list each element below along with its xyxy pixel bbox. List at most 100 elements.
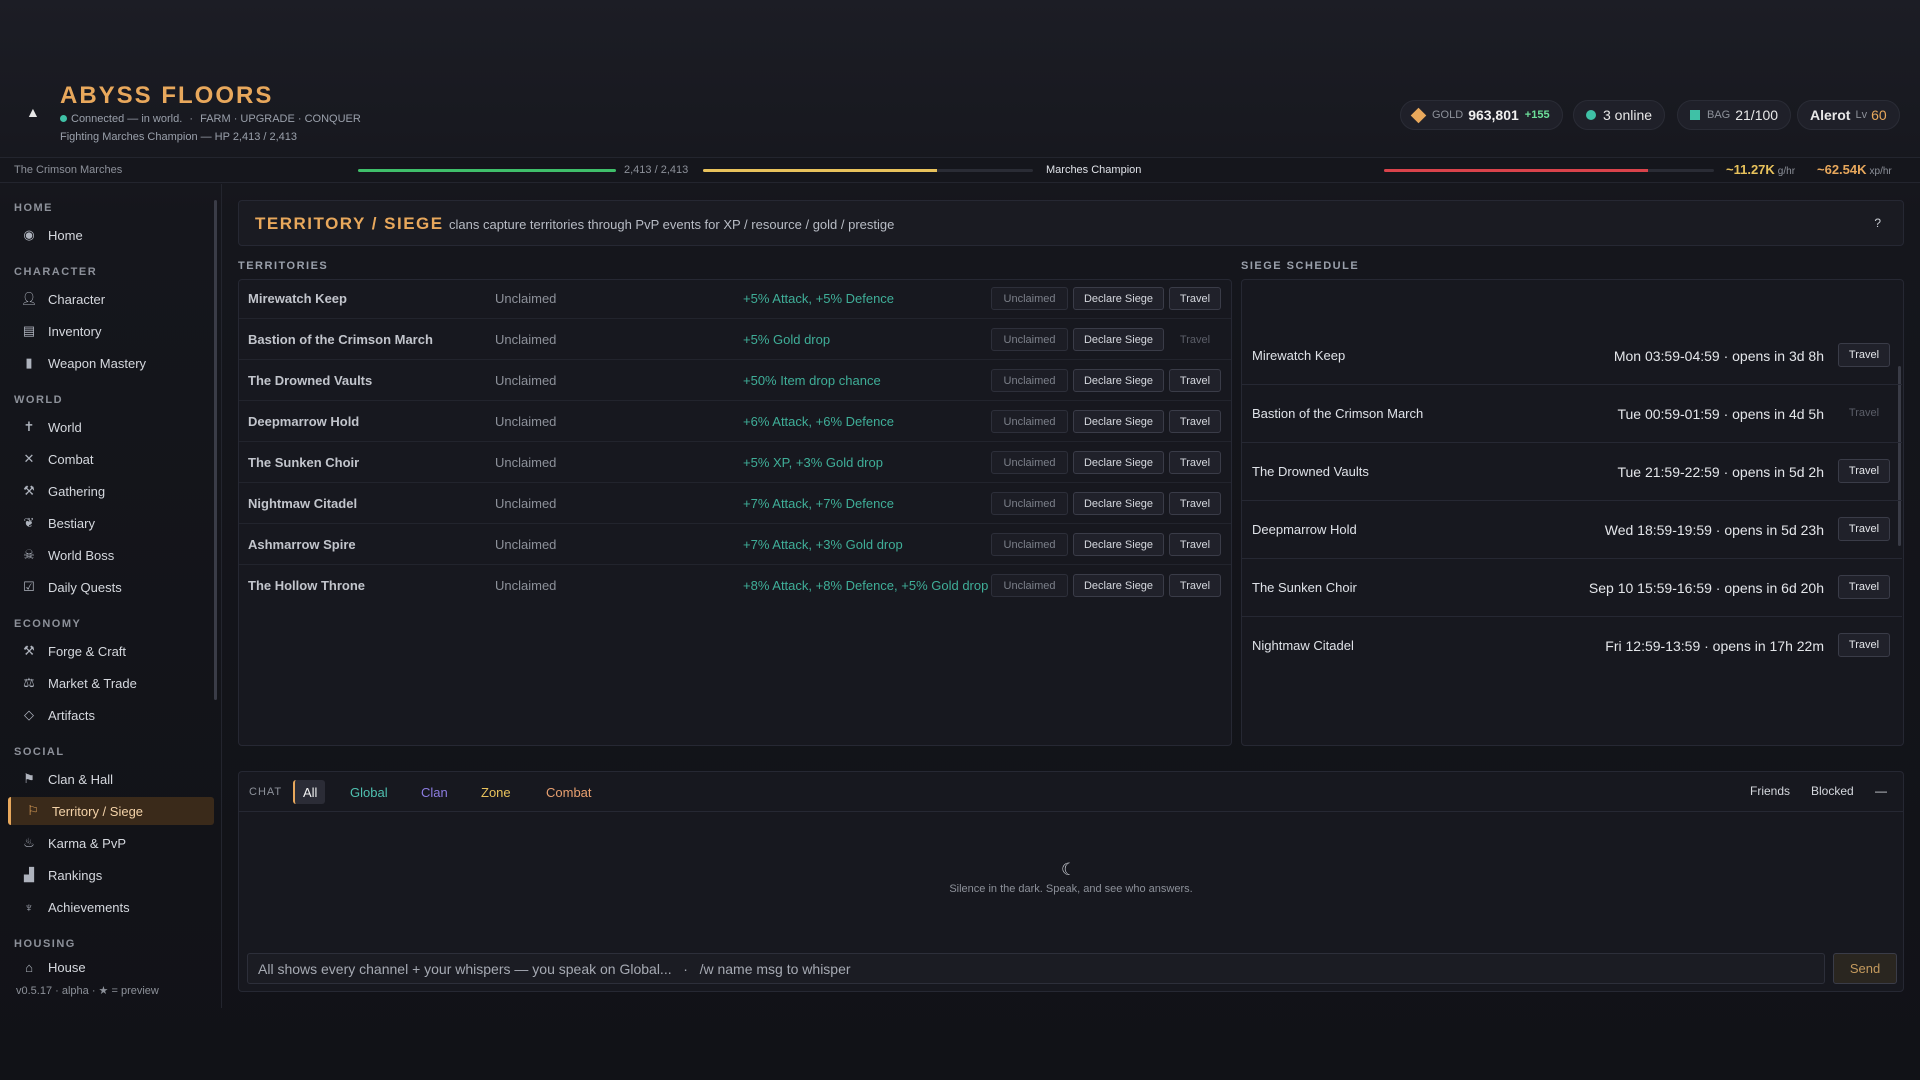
sidebar-item-label: Weapon Mastery xyxy=(48,355,147,371)
online-pill[interactable]: 3 online xyxy=(1573,100,1666,130)
travel-button[interactable]: Travel xyxy=(1169,492,1221,515)
banner-icon: ⚑ xyxy=(23,771,35,786)
travel-button[interactable]: Travel xyxy=(1838,575,1890,599)
flame-icon: ♨ xyxy=(23,835,35,850)
player-pill[interactable]: Alerot Lv 60 xyxy=(1797,100,1900,130)
territory-bonus: +7% Attack, +7% Defence xyxy=(743,496,895,511)
collapse-icon[interactable]: ▲ xyxy=(26,104,40,120)
sidebar-item-achievements[interactable]: ♆ Achievements xyxy=(8,893,214,921)
bag-pill[interactable]: BAG 21/100 xyxy=(1677,100,1792,130)
travel-button[interactable]: Travel xyxy=(1169,533,1221,556)
blocked-button[interactable]: Blocked xyxy=(1811,784,1854,798)
travel-button[interactable]: Travel xyxy=(1838,633,1890,657)
schedule-territory: The Sunken Choir xyxy=(1252,580,1357,595)
list-item: Deepmarrow Hold Wed 18:59-19:59 · opens … xyxy=(1242,501,1902,559)
progress-strip: The Crimson Marches 2,413 / 2,413 Marche… xyxy=(0,157,1920,183)
player-hp-bar xyxy=(358,169,616,172)
declare-siege-button[interactable]: Declare Siege xyxy=(1073,287,1164,310)
travel-button[interactable]: Travel xyxy=(1169,369,1221,392)
sidebar-scrollbar[interactable] xyxy=(214,200,217,700)
online-count: 3 online xyxy=(1603,107,1653,123)
status-badge: Unclaimed xyxy=(991,328,1068,351)
territory-bonus: +50% Item drop chance xyxy=(743,373,881,388)
declare-siege-button[interactable]: Declare Siege xyxy=(1073,574,1164,597)
travel-button[interactable]: Travel xyxy=(1169,451,1221,474)
connection-dot-icon xyxy=(60,115,67,122)
sidebar-item-bestiary[interactable]: ❦ Bestiary xyxy=(8,509,214,537)
gold-rate-unit: g/hr xyxy=(1777,166,1796,177)
territory-owner: Unclaimed xyxy=(495,455,557,470)
section-world: WORLD xyxy=(14,394,64,406)
travel-button[interactable]: Travel xyxy=(1838,459,1890,483)
version-label: v0.5.17 · alpha · ★ = preview xyxy=(16,985,159,997)
declare-siege-button[interactable]: Declare Siege xyxy=(1073,328,1164,351)
schedule-time: Sep 10 15:59-16:59 · opens in 6d 20h xyxy=(1588,580,1824,596)
sidebar-item-forge[interactable]: ⚒ Forge & Craft xyxy=(8,637,214,665)
territory-owner: Unclaimed xyxy=(495,537,557,552)
declare-siege-button[interactable]: Declare Siege xyxy=(1073,533,1164,556)
sidebar-item-market[interactable]: ⚖ Market & Trade xyxy=(8,669,214,697)
territory-owner: Unclaimed xyxy=(495,414,557,429)
declare-siege-button[interactable]: Declare Siege xyxy=(1073,451,1164,474)
schedule-time: Tue 21:59-22:59 · opens in 5d 2h xyxy=(1617,464,1824,480)
status-badge: Unclaimed xyxy=(991,451,1068,474)
table-row: The Sunken Choir Unclaimed +5% XP, +3% G… xyxy=(239,442,1231,483)
sidebar-item-artifacts[interactable]: ◇ Artifacts xyxy=(8,701,214,729)
sidebar-item-label: Forge & Craft xyxy=(48,643,127,659)
help-button[interactable]: ? xyxy=(1874,216,1881,230)
sidebar-item-character[interactable]: 👤︎ Character xyxy=(8,285,214,313)
player-name: Alerot xyxy=(1810,107,1851,123)
flag-icon: ⚐ xyxy=(27,803,39,818)
sidebar-item-house[interactable]: ⌂ House xyxy=(8,957,214,977)
table-row: Mirewatch Keep Unclaimed +5% Attack, +5%… xyxy=(239,280,1231,319)
gold-icon xyxy=(1410,107,1427,123)
sidebar-item-gathering[interactable]: ⚒ Gathering xyxy=(8,477,214,505)
travel-button: Travel xyxy=(1848,407,1880,419)
sidebar-item-world-boss[interactable]: ☠ World Boss xyxy=(8,541,214,569)
tab-all[interactable]: All xyxy=(293,780,326,804)
declare-siege-button[interactable]: Declare Siege xyxy=(1073,369,1164,392)
sidebar-item-daily-quests[interactable]: ☑ Daily Quests xyxy=(8,573,214,601)
sidebar-item-rankings[interactable]: ▟ Rankings xyxy=(8,861,214,889)
travel-button[interactable]: Travel xyxy=(1169,287,1221,310)
connection-text: Connected — in world. xyxy=(71,113,183,125)
travel-button[interactable]: Travel xyxy=(1169,410,1221,433)
sidebar-item-home[interactable]: ◉ Home xyxy=(8,221,214,249)
section-character: CHARACTER xyxy=(14,266,98,278)
tab-zone[interactable]: Zone xyxy=(473,780,519,804)
podium-icon: ▟ xyxy=(24,867,34,882)
tab-clan[interactable]: Clan xyxy=(413,780,456,804)
sidebar-item-clan[interactable]: ⚑ Clan & Hall xyxy=(8,765,214,793)
bag-value: 21/100 xyxy=(1735,107,1779,123)
tab-global[interactable]: Global xyxy=(342,780,396,804)
sidebar-item-world[interactable]: ✝ World xyxy=(8,413,214,441)
travel-button[interactable]: Travel xyxy=(1838,343,1890,367)
territories-label: TERRITORIES xyxy=(238,260,329,272)
level-value: 60 xyxy=(1871,107,1887,123)
friends-button[interactable]: Friends xyxy=(1750,784,1790,798)
online-icon xyxy=(1586,110,1596,120)
sidebar-item-weapon-mastery[interactable]: ▮ Weapon Mastery xyxy=(8,349,214,377)
territory-owner: Unclaimed xyxy=(495,496,557,511)
travel-button[interactable]: Travel xyxy=(1169,574,1221,597)
minimize-chat-button[interactable]: — xyxy=(1875,784,1887,798)
territory-name: The Drowned Vaults xyxy=(248,373,373,388)
sidebar-item-karma[interactable]: ♨ Karma & PvP xyxy=(8,829,214,857)
sidebar-item-combat[interactable]: ✕ Combat xyxy=(8,445,214,473)
tab-combat[interactable]: Combat xyxy=(538,780,600,804)
chest-icon: ▤ xyxy=(22,323,36,338)
declare-siege-button[interactable]: Declare Siege xyxy=(1073,492,1164,515)
declare-siege-button[interactable]: Declare Siege xyxy=(1073,410,1164,433)
schedule-time: Tue 00:59-01:59 · opens in 4d 5h xyxy=(1617,406,1824,422)
table-row: The Hollow Throne Unclaimed +8% Attack, … xyxy=(239,565,1231,606)
sidebar-item-label: Clan & Hall xyxy=(48,771,114,787)
chat-input[interactable] xyxy=(247,953,1825,984)
sidebar-item-inventory[interactable]: ▤ Inventory xyxy=(8,317,214,345)
sidebar-item-label: Home xyxy=(48,227,83,243)
travel-button[interactable]: Travel xyxy=(1838,517,1890,541)
territory-name: Deepmarrow Hold xyxy=(248,414,360,429)
schedule-territory: Deepmarrow Hold xyxy=(1252,522,1357,537)
sidebar-item-territory[interactable]: ⚐ Territory / Siege xyxy=(8,797,214,825)
send-button[interactable]: Send xyxy=(1833,953,1897,984)
game-title: ABYSS FLOORS xyxy=(60,82,274,109)
